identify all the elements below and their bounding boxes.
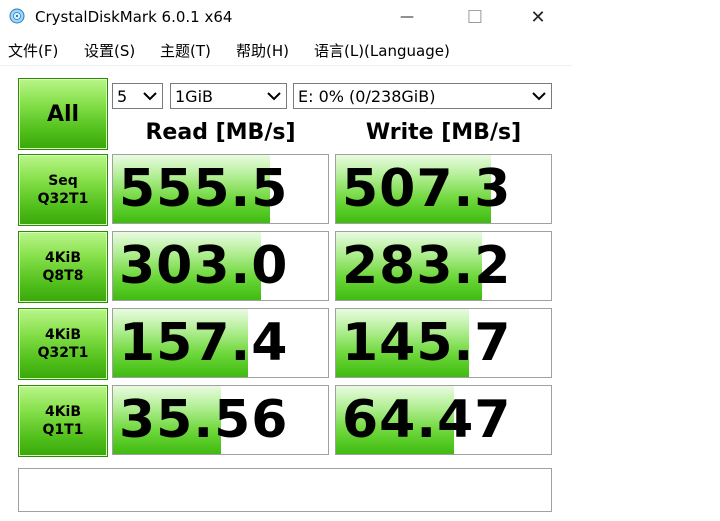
write-value: 145.7 xyxy=(342,313,512,373)
chevron-down-icon xyxy=(532,92,546,101)
test-label-line1: Seq xyxy=(48,173,78,189)
comment-input[interactable] xyxy=(18,468,552,512)
drive-select[interactable]: E: 0% (0/238GiB) xyxy=(293,83,552,109)
test-label-line1: 4KiB xyxy=(44,250,82,266)
crystaldiskmark-window: CrystalDiskMark 6.0.1 x64 — ☐ ✕ 文件(F) 设置… xyxy=(0,0,572,521)
test-label-line2: Q32T1 xyxy=(37,191,89,207)
chevron-down-icon xyxy=(143,92,157,101)
run-all-button[interactable]: All xyxy=(18,78,108,150)
minimize-button[interactable]: — xyxy=(384,0,430,34)
close-button[interactable]: ✕ xyxy=(515,0,561,34)
menu-language[interactable]: 语言(L)(Language) xyxy=(314,40,450,61)
write-value: 64.47 xyxy=(342,390,512,450)
benchmark-panel: All 5 1GiB E: 0% (0/238GiB) Read [MB/s] … xyxy=(0,66,572,521)
seq-q32t1-button[interactable]: Seq Q32T1 xyxy=(18,154,108,226)
test-size-select[interactable]: 1GiB xyxy=(170,83,287,109)
close-icon: ✕ xyxy=(530,6,546,28)
maximize-icon: ☐ xyxy=(466,6,484,28)
read-result-4kib-q1t1: 35.56 xyxy=(112,385,329,455)
read-value: 555.5 xyxy=(119,159,289,219)
write-value: 507.3 xyxy=(342,159,512,219)
title-bar[interactable]: CrystalDiskMark 6.0.1 x64 — ☐ ✕ xyxy=(0,0,572,34)
test-label-line1: 4KiB xyxy=(44,404,82,420)
menu-help[interactable]: 帮助(H) xyxy=(236,40,289,61)
write-result-4kib-q1t1: 64.47 xyxy=(335,385,552,455)
write-result-4kib-q32t1: 145.7 xyxy=(335,308,552,378)
test-label-line1: 4KiB xyxy=(44,327,82,343)
window-title: CrystalDiskMark 6.0.1 x64 xyxy=(35,8,233,26)
test-size-value: 1GiB xyxy=(175,86,213,106)
disk-app-icon xyxy=(9,8,25,24)
read-value: 35.56 xyxy=(119,390,289,450)
write-result-seq-q32t1: 507.3 xyxy=(335,154,552,224)
minimize-icon: — xyxy=(400,9,414,25)
write-value: 283.2 xyxy=(342,236,512,296)
read-result-4kib-q32t1: 157.4 xyxy=(112,308,329,378)
read-column-header: Read [MB/s] xyxy=(145,120,296,145)
read-value: 303.0 xyxy=(119,236,289,296)
run-all-label: All xyxy=(46,101,80,127)
test-count-value: 5 xyxy=(117,86,128,106)
chevron-down-icon xyxy=(267,92,281,101)
read-result-4kib-q8t8: 303.0 xyxy=(112,231,329,301)
menu-bar: 文件(F) 设置(S) 主题(T) 帮助(H) 语言(L)(Language) xyxy=(0,36,572,64)
menu-settings[interactable]: 设置(S) xyxy=(84,40,135,61)
write-result-4kib-q8t8: 283.2 xyxy=(335,231,552,301)
read-result-seq-q32t1: 555.5 xyxy=(112,154,329,224)
menu-file[interactable]: 文件(F) xyxy=(8,40,58,61)
drive-value: E: 0% (0/238GiB) xyxy=(298,86,436,106)
maximize-button[interactable]: ☐ xyxy=(452,0,498,34)
read-value: 157.4 xyxy=(119,313,289,373)
test-label-line2: Q8T8 xyxy=(42,268,84,284)
test-label-line2: Q1T1 xyxy=(42,422,84,438)
test-label-line2: Q32T1 xyxy=(37,345,89,361)
menu-theme[interactable]: 主题(T) xyxy=(160,40,211,61)
test-count-select[interactable]: 5 xyxy=(112,83,163,109)
write-column-header: Write [MB/s] xyxy=(365,120,522,145)
4kib-q8t8-button[interactable]: 4KiB Q8T8 xyxy=(18,231,108,303)
4kib-q1t1-button[interactable]: 4KiB Q1T1 xyxy=(18,385,108,457)
4kib-q32t1-button[interactable]: 4KiB Q32T1 xyxy=(18,308,108,380)
